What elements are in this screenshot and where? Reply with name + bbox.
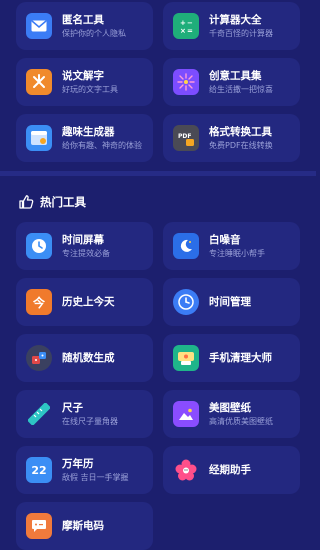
- tool-card-morse-code[interactable]: 摩斯电码: [16, 502, 153, 550]
- tool-card-white-noise[interactable]: 白噪音 专注睡眠小帮手: [163, 222, 300, 270]
- tool-card-period-assistant[interactable]: 经期助手: [163, 446, 300, 494]
- tool-card-time-management[interactable]: 时间管理: [163, 278, 300, 326]
- tool-card-time-screen[interactable]: 时间屏幕 专注提效必备: [16, 222, 153, 270]
- tool-subtitle: 敌假 吉日一手掌握: [62, 472, 129, 482]
- tool-card-ruler[interactable]: 尺子 在线尺子量角器: [16, 390, 153, 438]
- svg-text:PDF: PDF: [178, 133, 191, 140]
- tool-title: 计算器大全: [209, 13, 262, 26]
- tool-card-creative[interactable]: 创意工具集 给生活撒一把惊喜: [163, 58, 300, 106]
- tool-subtitle: 给你有趣、神奇的体验: [62, 140, 142, 150]
- tool-subtitle: 好玩的文字工具: [62, 84, 118, 94]
- cleaner-icon: [173, 345, 199, 371]
- calendar-glyph: 22: [31, 463, 47, 477]
- tool-title: 创意工具集: [209, 69, 262, 82]
- section-title: 热门工具: [40, 195, 86, 209]
- hot-section-header: 热门工具: [18, 194, 86, 210]
- tool-subtitle: 免费PDF在线转换: [209, 140, 273, 150]
- tool-card-history-today[interactable]: 今 历史上今天: [16, 278, 153, 326]
- tool-card-calculators[interactable]: + − × = 计算器大全 千奇百怪的计算器: [163, 2, 300, 50]
- tool-card-fun-generator[interactable]: 趣味生成器 给你有趣、神奇的体验: [16, 114, 153, 162]
- tool-title: 摩斯电码: [62, 520, 104, 532]
- calendar-22-icon: 22: [26, 457, 52, 483]
- tool-subtitle: 给生活撒一把惊喜: [209, 84, 273, 94]
- tool-title: 随机数生成: [62, 352, 115, 364]
- clock-icon: [173, 289, 199, 315]
- tool-title: 尺子: [62, 401, 83, 414]
- tool-subtitle: 千奇百怪的计算器: [209, 28, 273, 38]
- calendar-glyph: 今: [32, 295, 45, 310]
- tool-title: 格式转换工具: [209, 125, 272, 138]
- tool-title: 美图壁纸: [209, 401, 251, 414]
- tool-title: 时间管理: [209, 296, 251, 308]
- top-tools-section: 匿名工具 保护你的个人隐私 + − × = 计算器大全 千奇百怪的计算器 说文解字 好…: [0, 2, 316, 162]
- tool-card-random-number[interactable]: 随机数生成: [16, 334, 153, 382]
- tool-title: 万年历: [62, 457, 94, 470]
- tool-title: 趣味生成器: [62, 125, 115, 138]
- fireworks-icon: [173, 69, 199, 95]
- calendar-today-icon: 今: [26, 289, 52, 315]
- tool-card-phone-cleaner[interactable]: 手机清理大师: [163, 334, 300, 382]
- tool-card-format-convert[interactable]: PDF 格式转换工具 免费PDF在线转换: [163, 114, 300, 162]
- svg-text:=: =: [187, 27, 193, 34]
- browser-icon: [26, 125, 52, 151]
- tool-title: 历史上今天: [62, 296, 115, 308]
- tool-subtitle: 高清优质美图壁纸: [209, 416, 273, 426]
- character-icon: [26, 69, 52, 95]
- tool-title: 匿名工具: [62, 13, 104, 26]
- svg-text:×: ×: [180, 27, 186, 34]
- hot-tools-section: 时间屏幕 专注提效必备 白噪音 专注睡眠小帮手 今 历史上今天 时间管理 随机数…: [0, 222, 316, 550]
- tool-title: 手机清理大师: [209, 352, 272, 364]
- tool-subtitle: 专注睡眠小帮手: [209, 248, 265, 258]
- svg-text:+: +: [180, 19, 186, 27]
- tool-title: 说文解字: [62, 69, 104, 82]
- pdf-icon: PDF: [173, 125, 199, 151]
- tool-card-anonymous[interactable]: 匿名工具 保护你的个人隐私: [16, 2, 153, 50]
- tool-subtitle: 专注提效必备: [62, 248, 110, 258]
- calculator-icon: + − × =: [173, 13, 199, 39]
- clock-icon: [26, 233, 52, 259]
- moon-icon: [173, 233, 199, 259]
- svg-text:−: −: [187, 19, 193, 27]
- dice-icon: [26, 345, 52, 371]
- tool-subtitle: 在线尺子量角器: [62, 416, 118, 426]
- tool-card-wallpaper[interactable]: 美图壁纸 高清优质美图壁纸: [163, 390, 300, 438]
- tool-title: 经期助手: [209, 464, 251, 476]
- ruler-icon: [26, 401, 52, 427]
- section-divider: [0, 171, 316, 176]
- tool-title: 白噪音: [209, 233, 241, 246]
- thumbs-up-icon: [19, 195, 34, 209]
- mail-icon: [26, 13, 52, 39]
- image-icon: [173, 401, 199, 427]
- tool-card-perpetual-calendar[interactable]: 22 万年历 敌假 吉日一手掌握: [16, 446, 153, 494]
- tool-card-shuowen[interactable]: 说文解字 好玩的文字工具: [16, 58, 153, 106]
- tool-subtitle: 保护你的个人隐私: [62, 28, 126, 38]
- flower-icon: [173, 457, 199, 483]
- chat-icon: [26, 513, 52, 539]
- tool-title: 时间屏幕: [62, 233, 104, 246]
